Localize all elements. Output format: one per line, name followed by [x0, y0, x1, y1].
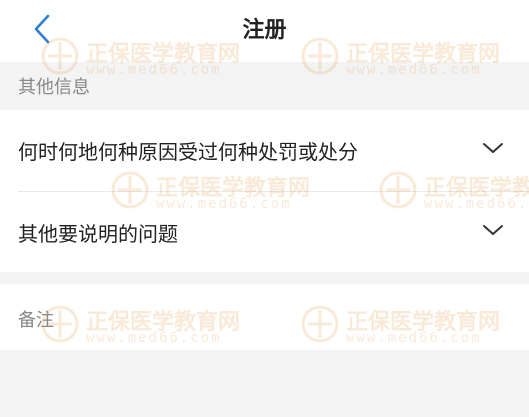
remarks-label: 备注: [18, 310, 54, 331]
nav-bar: 注册: [0, 0, 529, 62]
section-header-other-info: 其他信息: [0, 62, 529, 110]
remarks-input[interactable]: [0, 350, 529, 417]
page-title: 注册: [242, 18, 287, 43]
section-header-remarks: 备注: [0, 284, 529, 350]
chevron-down-icon: [483, 225, 503, 235]
section-title: 其他信息: [18, 77, 90, 98]
chevron-down-icon: [483, 143, 503, 153]
dropdown-label: 其他要说明的问题: [18, 222, 178, 246]
dropdown-label: 何时何地何种原因受过何种处罚或处分: [18, 140, 358, 164]
section-gap: [0, 272, 529, 284]
dropdown-punishment-history[interactable]: 何时何地何种原因受过何种处罚或处分: [0, 110, 529, 190]
dropdown-other-notes[interactable]: 其他要说明的问题: [0, 192, 529, 272]
